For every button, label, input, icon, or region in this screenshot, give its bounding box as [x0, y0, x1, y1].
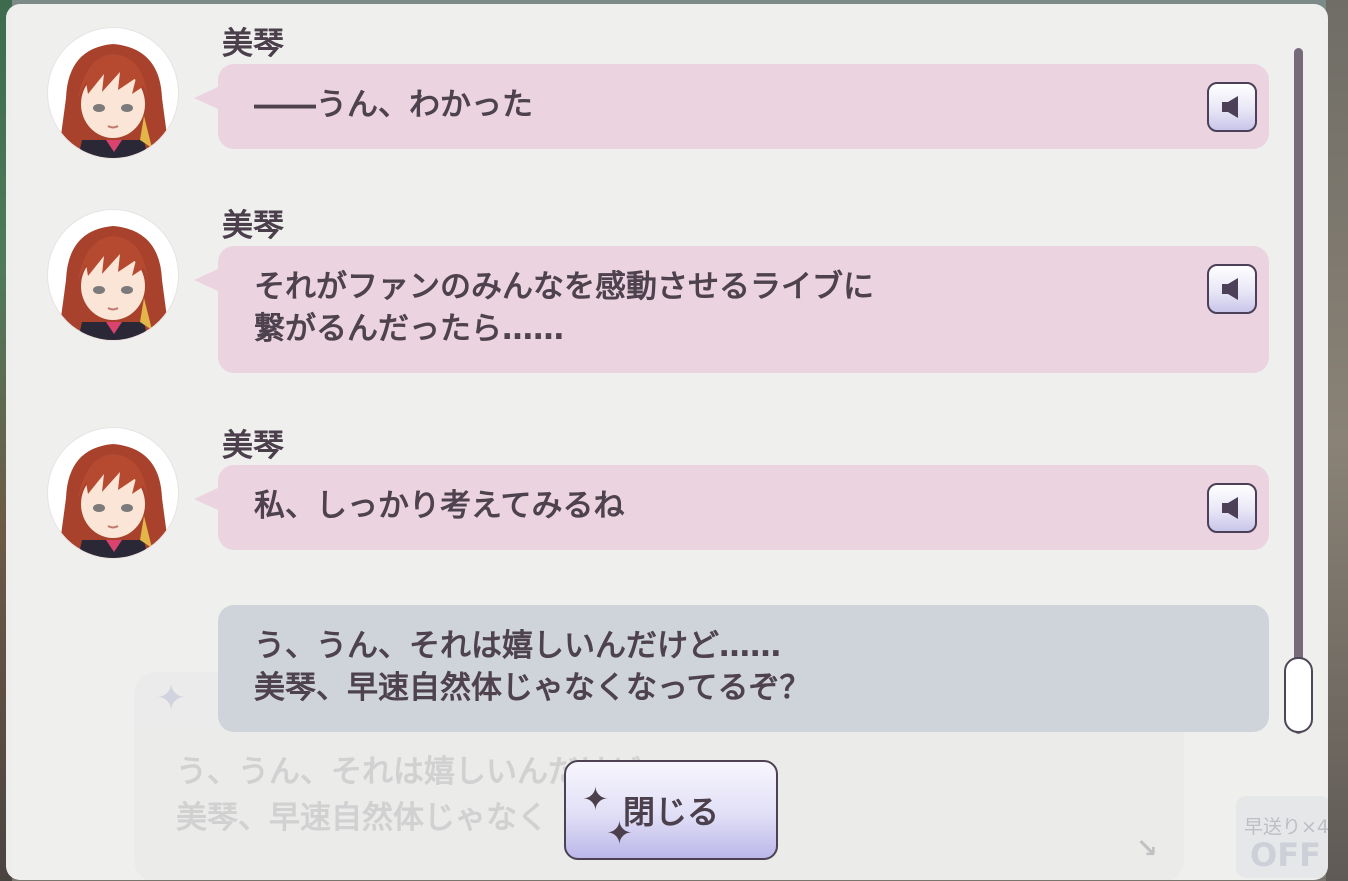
- voice-replay-button[interactable]: [1207, 264, 1257, 314]
- background-text-line-2: 美琴、早速自然体じゃなく: [176, 800, 548, 836]
- dialogue-line: 美琴、早速自然体じゃなくなってるぞ？: [254, 670, 811, 706]
- dialogue-line: 私、しっかり考えてみるね: [254, 488, 625, 524]
- speaker-avatar: [48, 210, 178, 340]
- dialogue-line: う、うん、それは嬉しいんだけど……: [254, 628, 781, 664]
- character-portrait-icon: [58, 44, 170, 158]
- speaker-icon: [1222, 278, 1238, 300]
- sparkle-icon: ✦: [606, 814, 633, 852]
- voice-replay-button[interactable]: [1207, 483, 1257, 533]
- dialogue-line: 繋がるんだったら……: [254, 311, 564, 347]
- character-portrait-icon: [58, 226, 170, 340]
- speaker-icon: [1222, 96, 1238, 118]
- dialogue-line: ――うん、わかった: [254, 87, 533, 123]
- close-button[interactable]: ✦ ✦ 閉じる: [564, 760, 778, 860]
- close-button-label: 閉じる: [622, 793, 719, 831]
- speaker-name: 美琴: [222, 428, 284, 464]
- character-portrait-icon: [58, 444, 170, 558]
- speaker-name: 美琴: [222, 208, 284, 244]
- sparkle-icon: ✦: [582, 780, 609, 818]
- fast-forward-state: OFF: [1250, 836, 1321, 874]
- voice-replay-button[interactable]: [1207, 82, 1257, 132]
- scene-wall-right: [1326, 0, 1348, 881]
- dialogue-line: それがファンのみんなを感動させるライブに: [254, 269, 874, 305]
- dialogue-bubble: 私、しっかり考えてみるね: [194, 465, 1269, 550]
- scrollbar-thumb[interactable]: [1284, 657, 1313, 733]
- speaker-avatar: [48, 428, 178, 558]
- speaker-name: 美琴: [222, 26, 284, 62]
- player-dialogue-bubble: う、うん、それは嬉しいんだけど…… 美琴、早速自然体じゃなくなってるぞ？: [218, 605, 1269, 732]
- speaker-icon: [1222, 497, 1238, 519]
- dialogue-bubble: ――うん、わかった: [194, 64, 1269, 149]
- backlog-dialog: ✦ う、うん、それは嬉しいんだけど 美琴、早速自然体じゃなく ↘ 早送り×4 O…: [6, 4, 1328, 880]
- fast-forward-label: 早送り×4: [1244, 816, 1328, 838]
- background-speaker-icon: ✦: [156, 678, 187, 719]
- speaker-avatar: [48, 28, 178, 158]
- scrollbar-track[interactable]: [1294, 48, 1303, 734]
- dialogue-bubble: それがファンのみんなを感動させるライブに 繋がるんだったら……: [194, 246, 1269, 373]
- next-arrow-icon: ↘: [1136, 834, 1158, 864]
